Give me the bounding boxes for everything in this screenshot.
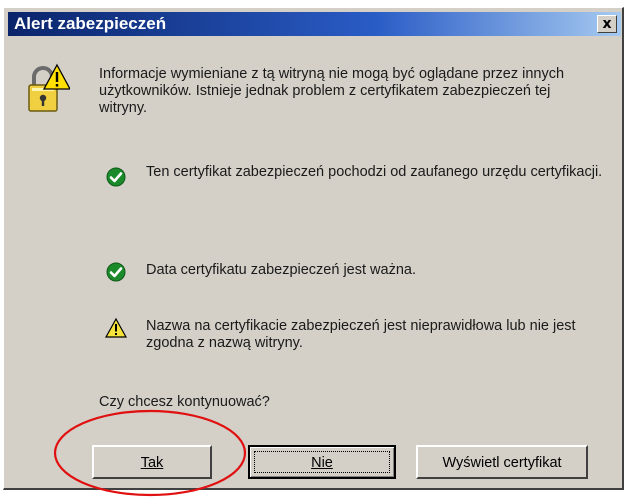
intro-text: Informacje wymieniane z tą witryną nie m… — [99, 66, 565, 116]
warning-text-name-mismatch: Nazwa na certyfikacie zabezpieczeń jest … — [146, 318, 576, 351]
security-lock-warning-icon — [28, 63, 70, 112]
question-text: Czy chcesz kontynuować? — [99, 394, 270, 410]
window-title: Alert zabezpieczeń — [14, 14, 167, 33]
focus-rect: Nie — [254, 451, 390, 473]
check-text-trusted-authority: Ten certyfikat zabezpieczeń pochodzi od … — [146, 164, 603, 180]
warning-triangle-icon — [105, 318, 127, 338]
title-bar[interactable]: Alert zabezpieczeń x — [8, 12, 621, 36]
close-button[interactable]: x — [597, 15, 617, 33]
no-button[interactable]: Nie — [248, 445, 396, 479]
check-text-date-valid: Data certyfikatu zabezpieczeń jest ważna… — [146, 262, 416, 278]
view-certificate-button[interactable]: Wyświetl certyfikat — [416, 445, 588, 479]
yes-button[interactable]: Tak — [92, 445, 212, 479]
close-icon: x — [602, 16, 612, 32]
yes-button-label: Tak — [140, 455, 164, 471]
security-alert-dialog: Alert zabezpieczeń x Informacje wymienia… — [3, 7, 624, 490]
view-certificate-label: Wyświetl certyfikat — [442, 455, 562, 471]
green-check-icon — [106, 262, 126, 282]
green-check-icon — [106, 167, 126, 187]
no-button-label: Nie — [311, 455, 333, 471]
